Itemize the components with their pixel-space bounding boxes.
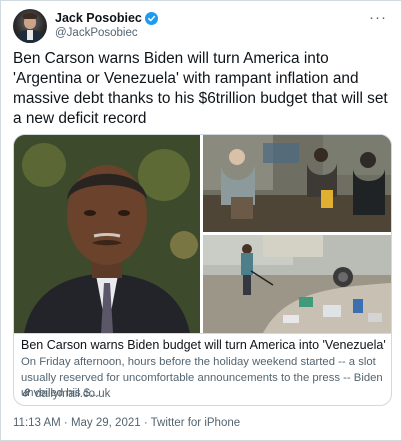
card-image-trash-street <box>203 235 391 333</box>
card-image-portrait <box>14 135 200 333</box>
author-name-line: Jack Posobiec <box>55 11 158 25</box>
link-card-media[interactable] <box>14 135 391 333</box>
link-card-domain-row[interactable]: dailymail.co.uk <box>21 387 110 401</box>
tweet-container: Jack Posobiec @JackPosobiec ··· Ben Cars… <box>0 0 402 441</box>
tweet-text: Ben Carson warns Biden will turn America… <box>13 50 388 127</box>
card-image-people-sitting <box>203 135 391 232</box>
more-options-icon[interactable]: ··· <box>369 9 387 26</box>
link-card[interactable]: Ben Carson warns Biden budget will turn … <box>13 134 392 406</box>
avatar-hair <box>23 13 37 19</box>
author-display-name[interactable]: Jack Posobiec <box>55 11 142 25</box>
avatar[interactable] <box>13 9 47 43</box>
link-icon <box>21 387 32 401</box>
tweet-timestamp[interactable]: 11:13 AM · May 29, 2021 · Twitter for iP… <box>13 417 240 429</box>
link-card-info[interactable]: Ben Carson warns Biden budget will turn … <box>14 333 391 405</box>
link-card-domain: dailymail.co.uk <box>35 388 111 400</box>
avatar-shirt <box>27 30 33 40</box>
verified-badge-icon <box>144 11 158 25</box>
link-card-title[interactable]: Ben Carson warns Biden budget will turn … <box>21 338 386 352</box>
tweet-header: Jack Posobiec @JackPosobiec ··· <box>13 9 391 45</box>
author-handle[interactable]: @JackPosobiec <box>55 27 138 39</box>
